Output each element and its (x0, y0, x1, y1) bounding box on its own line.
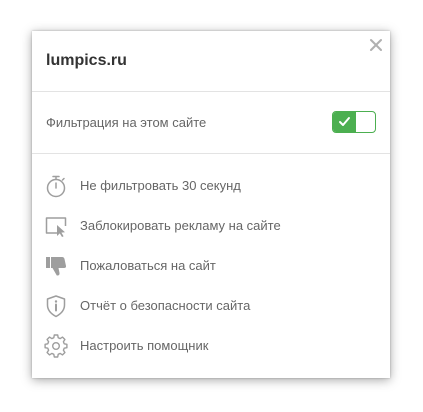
menu-item-label: Заблокировать рекламу на сайте (80, 218, 281, 233)
site-name: lumpics.ru (46, 52, 127, 69)
divider (32, 91, 390, 92)
menu-item-settings[interactable]: Настроить помощник (44, 331, 378, 371)
checkmark-icon (339, 117, 350, 126)
stopwatch-icon (44, 174, 68, 198)
gear-icon (44, 334, 68, 358)
divider (32, 153, 390, 154)
filter-label: Фильтрация на этом сайте (46, 115, 207, 130)
page-background: lumpics.ru Фильтрация на этом сайте Не ф… (0, 0, 423, 412)
thumbs-down-icon (44, 254, 68, 278)
menu-item-label: Пожаловаться на сайт (80, 258, 216, 273)
menu-item-report-site[interactable]: Пожаловаться на сайт (44, 251, 378, 291)
menu-item-label: Отчёт о безопасности сайта (80, 298, 251, 313)
menu-item-pause-30s[interactable]: Не фильтровать 30 секунд (44, 171, 378, 211)
filter-row: Фильтрация на этом сайте (46, 109, 376, 137)
menu-item-label: Не фильтровать 30 секунд (80, 178, 241, 193)
block-ad-icon (44, 214, 68, 238)
menu-item-label: Настроить помощник (80, 338, 209, 353)
filter-toggle[interactable] (332, 111, 376, 133)
menu-item-block-ad[interactable]: Заблокировать рекламу на сайте (44, 211, 378, 251)
menu-item-security-report[interactable]: Отчёт о безопасности сайта (44, 291, 378, 331)
adblock-popup: lumpics.ru Фильтрация на этом сайте Не ф… (32, 31, 390, 378)
shield-info-icon (44, 294, 68, 318)
toggle-knob (356, 113, 374, 131)
menu-list: Не фильтровать 30 секунд Заблокировать р… (44, 171, 378, 371)
toggle-on-area (333, 112, 356, 132)
popup-header: lumpics.ru (46, 49, 376, 73)
